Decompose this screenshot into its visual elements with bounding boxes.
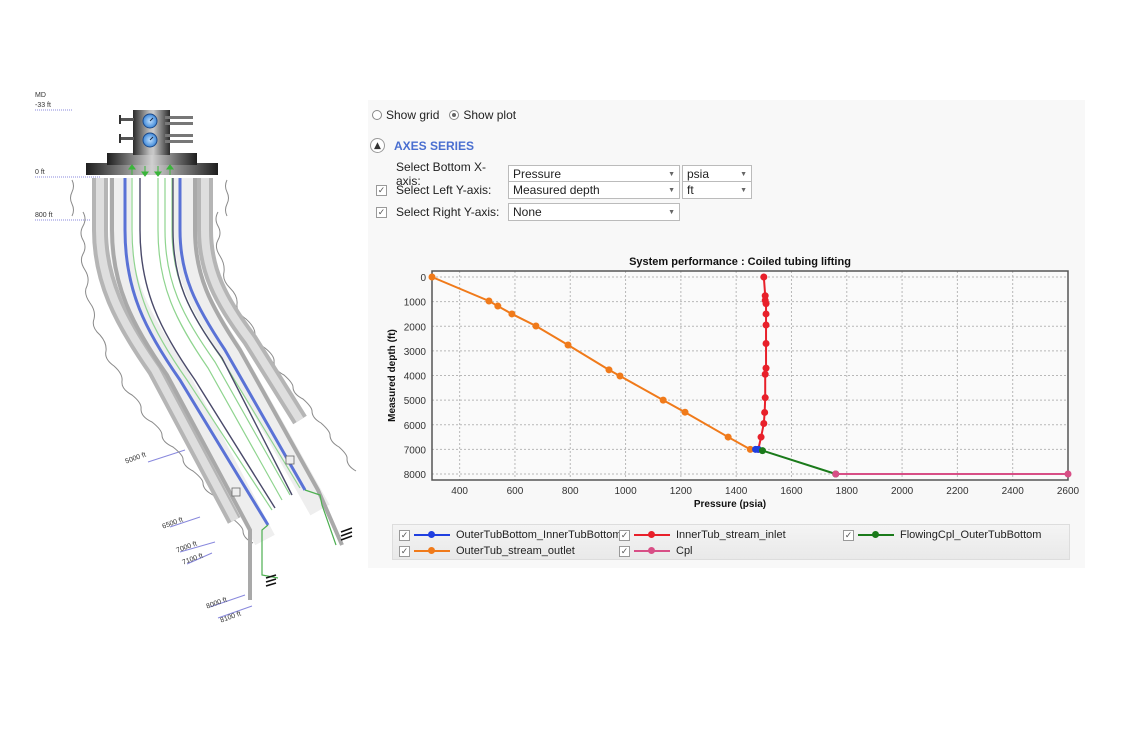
data-point (762, 364, 770, 372)
legend-checkbox[interactable]: ✓ (399, 545, 410, 557)
data-point (485, 297, 493, 305)
chart-legend: ✓ OuterTubBottom_InnerTubBottom ✓ InnerT… (392, 524, 1070, 560)
y-tick-label: 5000 (404, 396, 427, 407)
data-point (762, 300, 770, 308)
x-tick-label: 2200 (946, 486, 969, 497)
data-point (760, 420, 768, 428)
legend-checkbox[interactable]: ✓ (843, 529, 854, 541)
legend-item[interactable]: ✓ Cpl (619, 545, 693, 557)
legend-swatch (634, 531, 670, 538)
y-tick-label: 8000 (404, 470, 427, 481)
data-point (757, 433, 765, 441)
legend-swatch (414, 531, 450, 538)
x-axis-label: Pressure (psia) (694, 499, 766, 510)
legend-checkbox[interactable]: ✓ (619, 545, 630, 557)
data-point (762, 310, 770, 318)
legend-label: InnerTub_stream_inlet (676, 529, 786, 541)
data-point (762, 339, 770, 347)
data-point (1064, 470, 1072, 478)
legend-label: OuterTubBottom_InnerTubBottom (456, 529, 622, 541)
x-tick-label: 2400 (1002, 486, 1025, 497)
legend-item[interactable]: ✓ InnerTub_stream_inlet (619, 529, 786, 541)
legend-item[interactable]: ✓ FlowingCpl_OuterTubBottom (843, 529, 1041, 541)
chart-title: System performance : Coiled tubing lifti… (629, 256, 851, 268)
x-tick-label: 2000 (891, 486, 914, 497)
data-point (605, 366, 613, 374)
data-point (758, 447, 766, 455)
legend-checkbox[interactable]: ✓ (399, 529, 410, 541)
x-tick-label: 1600 (780, 486, 803, 497)
legend-checkbox[interactable]: ✓ (619, 529, 630, 541)
y-tick-label: 1000 (404, 298, 427, 309)
x-tick-label: 1800 (836, 486, 859, 497)
legend-label: Cpl (676, 545, 693, 557)
data-point (616, 372, 624, 380)
y-tick-label: 6000 (404, 421, 427, 432)
casing-bundle (92, 178, 344, 600)
y-tick-label: 0 (420, 273, 426, 284)
legend-label: OuterTub_stream_outlet (456, 545, 575, 557)
x-tick-label: 1400 (725, 486, 748, 497)
data-point (428, 273, 436, 281)
legend-swatch (858, 531, 894, 538)
data-point (724, 433, 732, 441)
data-point (761, 370, 769, 378)
md-header: MD (35, 92, 46, 99)
data-point (832, 470, 840, 478)
depth-label: 0 ft (35, 169, 45, 176)
data-point (532, 322, 540, 330)
x-tick-label: 400 (451, 486, 468, 497)
legend-swatch (634, 547, 670, 554)
depth-label: -33 ft (35, 102, 51, 109)
x-tick-label: 1000 (614, 486, 637, 497)
plot-settings-panel: Show grid Show plot ▲ AXES SERIES Select… (368, 100, 1085, 568)
data-point (761, 408, 769, 416)
data-point (681, 408, 689, 416)
x-tick-label: 800 (562, 486, 579, 497)
data-point (508, 310, 516, 318)
y-tick-label: 4000 (404, 372, 427, 383)
y-tick-label: 2000 (404, 322, 427, 333)
wellhead (86, 110, 218, 177)
legend-item[interactable]: ✓ OuterTubBottom_InnerTubBottom (399, 529, 622, 541)
data-point (760, 273, 768, 281)
system-performance-chart: System performance : Coiled tubing lifti… (387, 256, 1080, 510)
y-tick-label: 7000 (404, 445, 427, 456)
x-tick-label: 2600 (1057, 486, 1080, 497)
y-axis-label: Measured depth (ft) (387, 329, 398, 422)
data-point (564, 341, 572, 349)
legend-swatch (414, 547, 450, 554)
legend-item[interactable]: ✓ OuterTub_stream_outlet (399, 545, 575, 557)
legend-label: FlowingCpl_OuterTubBottom (900, 529, 1042, 541)
wellbore-schematic (35, 109, 357, 619)
x-tick-label: 600 (507, 486, 524, 497)
y-tick-label: 3000 (404, 347, 427, 358)
data-point (494, 302, 502, 310)
depth-label: 800 ft (35, 212, 53, 219)
x-tick-label: 1200 (670, 486, 693, 497)
data-point (761, 394, 769, 402)
data-point (762, 321, 770, 329)
data-point (659, 396, 667, 404)
